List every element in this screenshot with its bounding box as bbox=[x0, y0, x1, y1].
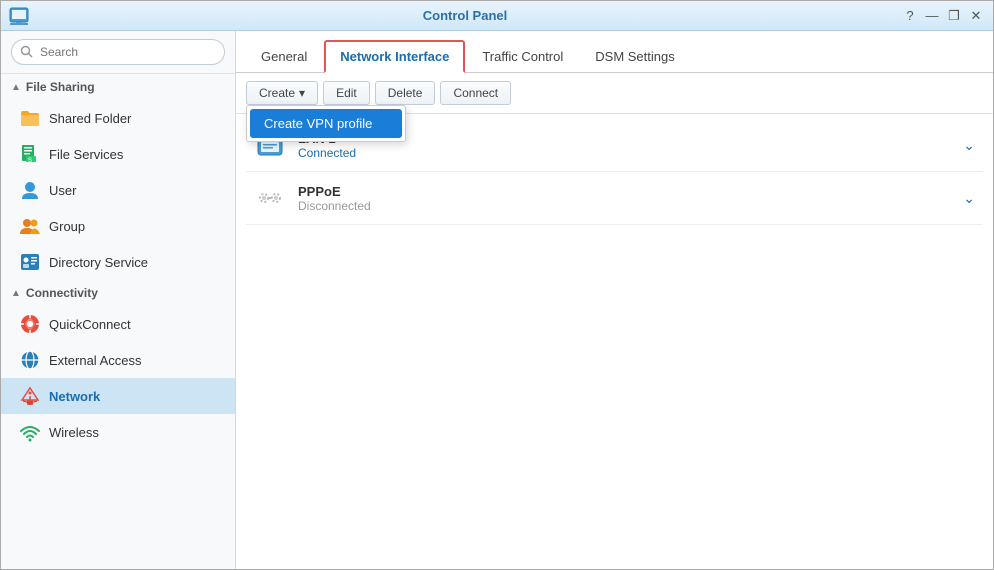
quickconnect-icon bbox=[19, 313, 41, 335]
svg-text:S: S bbox=[28, 158, 32, 164]
maximize-button[interactable]: ❐ bbox=[945, 7, 963, 25]
directory-service-icon bbox=[19, 251, 41, 273]
sidebar-item-label: Group bbox=[49, 219, 85, 234]
sidebar-item-external-access[interactable]: External Access bbox=[1, 342, 235, 378]
connect-button[interactable]: Connect bbox=[440, 81, 511, 105]
group-icon bbox=[19, 215, 41, 237]
create-dropdown-menu: Create VPN profile bbox=[246, 105, 406, 142]
tab-network-interface[interactable]: Network Interface bbox=[324, 40, 465, 73]
minimize-button[interactable]: — bbox=[923, 7, 941, 25]
tab-traffic-control[interactable]: Traffic Control bbox=[467, 41, 578, 71]
sidebar-item-directory-service[interactable]: Directory Service bbox=[1, 244, 235, 280]
sidebar-item-label: User bbox=[49, 183, 76, 198]
network-list: LAN 1 Connected ⌄ bbox=[236, 114, 993, 569]
sidebar-item-label: Network bbox=[49, 389, 100, 404]
pppoe-status: Disconnected bbox=[298, 199, 963, 213]
control-panel-window: Control Panel ? — ❐ ✕ ▲ File Sharing bbox=[0, 0, 994, 570]
sidebar-item-shared-folder[interactable]: Shared Folder bbox=[1, 100, 235, 136]
sidebar-item-network[interactable]: Network bbox=[1, 378, 235, 414]
close-button[interactable]: ✕ bbox=[967, 7, 985, 25]
shared-folder-icon bbox=[19, 107, 41, 129]
titlebar: Control Panel ? — ❐ ✕ bbox=[1, 1, 993, 31]
delete-button[interactable]: Delete bbox=[375, 81, 436, 105]
tab-general[interactable]: General bbox=[246, 41, 322, 71]
lan1-status: Connected bbox=[298, 146, 963, 160]
sidebar-item-label: File Services bbox=[49, 147, 123, 162]
sidebar-item-wireless[interactable]: Wireless bbox=[1, 414, 235, 450]
edit-button[interactable]: Edit bbox=[323, 81, 370, 105]
lan1-expand-icon[interactable]: ⌄ bbox=[963, 137, 975, 154]
network-icon bbox=[19, 385, 41, 407]
sidebar-item-user[interactable]: User bbox=[1, 172, 235, 208]
sidebar-item-label: Shared Folder bbox=[49, 111, 131, 126]
sidebar: ▲ File Sharing Shared Folder bbox=[1, 31, 236, 569]
help-button[interactable]: ? bbox=[901, 7, 919, 25]
create-vpn-profile-item[interactable]: Create VPN profile bbox=[250, 109, 402, 138]
create-dropdown-container: Create ▾ Create VPN profile bbox=[246, 81, 318, 105]
user-icon bbox=[19, 179, 41, 201]
pppoe-icon bbox=[254, 182, 286, 214]
sidebar-search-container bbox=[1, 31, 235, 74]
sidebar-item-quickconnect[interactable]: QuickConnect bbox=[1, 306, 235, 342]
pppoe-info: PPPoE Disconnected bbox=[298, 184, 963, 213]
main-content: ▲ File Sharing Shared Folder bbox=[1, 31, 993, 569]
wireless-icon bbox=[19, 421, 41, 443]
sidebar-item-label: QuickConnect bbox=[49, 317, 131, 332]
file-services-icon: S bbox=[19, 143, 41, 165]
window-controls: ? — ❐ ✕ bbox=[901, 7, 985, 25]
chevron-up-icon: ▲ bbox=[11, 82, 21, 93]
tab-dsm-settings[interactable]: DSM Settings bbox=[580, 41, 689, 71]
sidebar-section-connectivity[interactable]: ▲ Connectivity bbox=[1, 280, 235, 306]
sidebar-item-label: Directory Service bbox=[49, 255, 148, 270]
pppoe-expand-icon[interactable]: ⌄ bbox=[963, 190, 975, 207]
sidebar-section-label: Connectivity bbox=[26, 286, 98, 300]
chevron-up-icon: ▲ bbox=[11, 288, 21, 299]
create-label: Create bbox=[259, 86, 295, 100]
create-button[interactable]: Create ▾ bbox=[246, 81, 318, 105]
sidebar-item-group[interactable]: Group bbox=[1, 208, 235, 244]
window-title: Control Panel bbox=[29, 8, 901, 23]
toolbar: Create ▾ Create VPN profile Edit Delete … bbox=[236, 73, 993, 114]
right-panel: General Network Interface Traffic Contro… bbox=[236, 31, 993, 569]
external-access-icon bbox=[19, 349, 41, 371]
search-input[interactable] bbox=[11, 39, 225, 65]
sidebar-section-file-sharing[interactable]: ▲ File Sharing bbox=[1, 74, 235, 100]
pppoe-name: PPPoE bbox=[298, 184, 963, 199]
app-icon bbox=[9, 6, 29, 26]
sidebar-item-label: External Access bbox=[49, 353, 142, 368]
tabs-bar: General Network Interface Traffic Contro… bbox=[236, 31, 993, 73]
sidebar-section-label: File Sharing bbox=[26, 80, 95, 94]
dropdown-arrow-icon: ▾ bbox=[299, 86, 305, 100]
sidebar-item-file-services[interactable]: S File Services bbox=[1, 136, 235, 172]
sidebar-item-label: Wireless bbox=[49, 425, 99, 440]
network-item-pppoe[interactable]: PPPoE Disconnected ⌄ bbox=[246, 172, 983, 225]
